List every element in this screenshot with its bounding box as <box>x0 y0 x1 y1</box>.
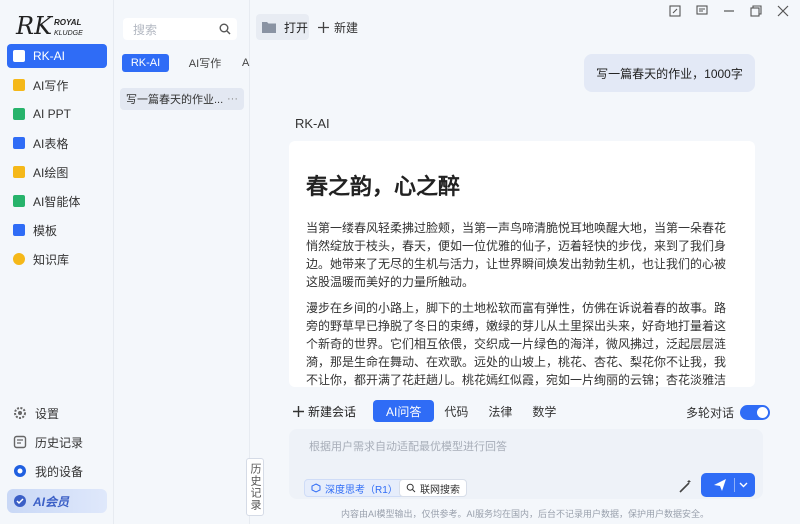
ppt-icon <box>13 108 25 120</box>
search-placeholder: 搜索 <box>133 22 158 37</box>
web-search-label: 联网搜索 <box>420 484 460 496</box>
table-icon <box>13 137 25 149</box>
send-button[interactable] <box>701 473 755 497</box>
open-label: 打开 <box>284 20 309 35</box>
drawing-icon <box>13 166 25 178</box>
web-search-chip[interactable]: 联网搜索 <box>399 479 467 497</box>
nav-item-label: 模板 <box>33 223 58 238</box>
bot-name: RK-AI <box>295 116 330 131</box>
nav-item-history[interactable]: 历史记录 <box>7 430 107 454</box>
knowledge-icon <box>13 253 25 265</box>
nav-item-label: AI绘图 <box>33 165 69 180</box>
open-button[interactable]: 打开 <box>256 14 309 40</box>
nav-item-label: AI写作 <box>33 78 69 93</box>
mode-ai-qa[interactable]: AI问答 <box>373 400 435 422</box>
nav-item-settings[interactable]: 设置 <box>7 401 107 425</box>
magic-wand-icon[interactable] <box>677 479 693 495</box>
search-icon <box>406 483 416 493</box>
deep-think-label: 深度思考（R1） <box>325 484 398 496</box>
cube-icon <box>311 483 321 493</box>
more-options-icon[interactable]: ··· <box>227 93 238 105</box>
chat-input[interactable] <box>309 439 689 455</box>
nav-item-label: AI PPT <box>33 107 72 121</box>
new-label: 新建 <box>334 20 359 35</box>
history-tab-overflow[interactable]: A <box>242 54 250 72</box>
deep-think-chip[interactable]: 深度思考（R1） <box>304 479 405 497</box>
gear-icon <box>13 406 27 420</box>
vip-button[interactable]: AI会员 <box>7 489 107 513</box>
restore-icon[interactable] <box>749 4 763 18</box>
message-icon[interactable] <box>695 4 709 18</box>
vip-icon <box>13 494 27 508</box>
multi-turn-toggle[interactable] <box>740 405 771 420</box>
mode-math[interactable]: 数学 <box>522 400 566 422</box>
nav-item-ai-drawing[interactable]: AI绘图 <box>7 160 107 184</box>
edit-icon[interactable] <box>668 4 682 18</box>
rk-ai-icon <box>13 50 25 62</box>
article-paragraph: 漫步在乡间的小路上，脚下的土地松软而富有弹性，仿佛在诉说着春的故事。路旁的野草早… <box>306 301 727 387</box>
nav-item-label: 我的设备 <box>35 464 84 479</box>
history-item-title: 写一篇春天的作业... <box>126 94 224 106</box>
nav-item-label: AI智能体 <box>33 194 81 209</box>
article-title: 春之韵，心之醉 <box>306 174 461 199</box>
device-icon <box>13 464 27 478</box>
plus-icon <box>318 21 329 33</box>
new-button[interactable]: 新建 <box>318 14 358 40</box>
svg-text:ROYAL: ROYAL <box>54 18 82 27</box>
top-bar: 打开 新建 <box>250 5 800 40</box>
history-item[interactable]: 写一篇春天的作业... ··· <box>120 88 244 110</box>
send-icon <box>713 478 727 492</box>
brand-logo: RK ROYAL KLUDGE <box>14 10 104 40</box>
chevron-down-icon[interactable] <box>739 482 748 488</box>
search-icon[interactable] <box>219 23 231 35</box>
svg-text:RK: RK <box>15 12 54 40</box>
nav-item-ai-table[interactable]: AI表格 <box>7 131 107 155</box>
template-icon <box>13 224 25 236</box>
user-message: 写一篇春天的作业，1000字 <box>584 54 755 92</box>
plus-icon <box>293 405 304 417</box>
mode-law[interactable]: 法律 <box>478 400 522 422</box>
svg-text:KLUDGE: KLUDGE <box>54 30 83 37</box>
nav-item-templates[interactable]: 模板 <box>7 218 107 242</box>
response-card: 春之韵，心之醉 当第一缕春风轻柔拂过脸颊，当第一声鸟啼清脆悦耳地唤醒大地，当第一… <box>289 141 755 387</box>
vip-label: AI会员 <box>33 494 70 509</box>
nav-item-label: 知识库 <box>33 252 70 267</box>
writing-icon <box>13 79 25 91</box>
history-tab-ai-writing[interactable]: AI写作 <box>181 54 229 72</box>
history-tab-rk-ai[interactable]: RK-AI <box>122 54 169 72</box>
nav-item-rk-ai[interactable]: RK-AI <box>7 44 107 68</box>
history-icon <box>13 435 27 449</box>
left-nav: RK ROYAL KLUDGE RK-AI AI写作 AI PPT AI表格 A… <box>0 0 114 524</box>
history-panel: 搜索 RK-AI AI写作 A 写一篇春天的作业... ··· <box>114 0 250 524</box>
nav-item-label: AI表格 <box>33 136 69 151</box>
nav-item-ai-writing[interactable]: AI写作 <box>7 73 107 97</box>
nav-item-knowledge-base[interactable]: 知识库 <box>7 247 107 271</box>
multi-turn-control: 多轮对话 <box>686 404 771 421</box>
nav-item-ai-agent[interactable]: AI智能体 <box>7 189 107 213</box>
agent-icon <box>13 195 25 207</box>
input-box: 深度思考（R1） 联网搜索 <box>289 429 763 499</box>
nav-item-label: 历史记录 <box>35 435 84 450</box>
close-icon[interactable] <box>776 4 790 18</box>
window-controls <box>668 4 790 18</box>
disclaimer: 内容由AI模型输出，仅供参考。AI服务均在国内，后台不记录用户数据，保护用户数据… <box>340 509 709 519</box>
article-paragraph: 当第一缕春风轻柔拂过脸颊，当第一声鸟啼清脆悦耳地唤醒大地，当第一朵春花悄然绽放于… <box>306 221 727 289</box>
history-search[interactable]: 搜索 <box>123 18 237 40</box>
nav-item-my-devices[interactable]: 我的设备 <box>7 459 107 483</box>
nav-item-label: RK-AI <box>33 49 66 63</box>
new-conversation-button[interactable]: 新建会话 <box>289 403 360 420</box>
nav-item-label: 设置 <box>35 406 60 421</box>
nav-item-ai-ppt[interactable]: AI PPT <box>7 102 107 126</box>
mode-code[interactable]: 代码 <box>434 400 478 422</box>
folder-icon <box>262 21 276 33</box>
minimize-icon[interactable] <box>722 4 736 18</box>
new-conversation-label: 新建会话 <box>308 404 357 419</box>
multi-turn-label: 多轮对话 <box>686 406 735 420</box>
